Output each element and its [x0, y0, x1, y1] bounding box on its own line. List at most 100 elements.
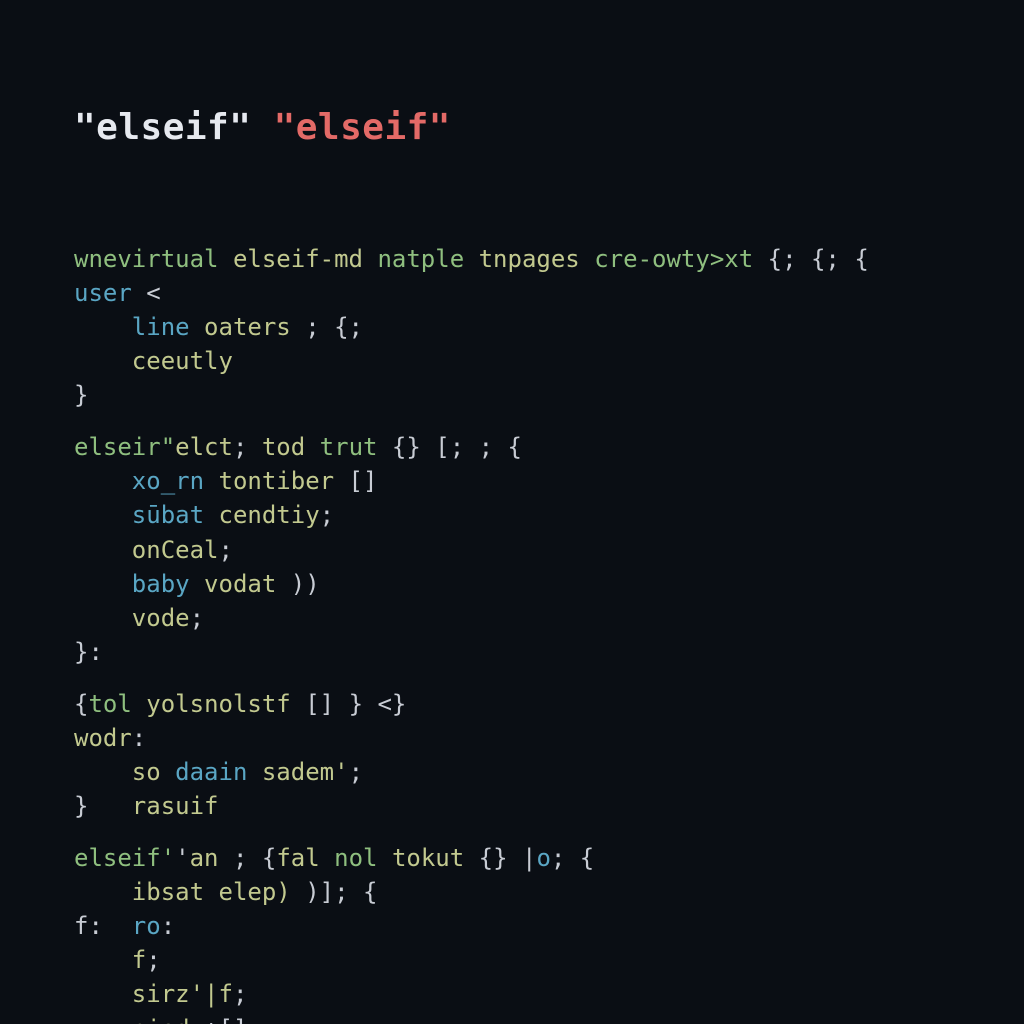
code-token [74, 604, 132, 632]
code-token [74, 980, 132, 1008]
code-token: tokut [392, 844, 464, 872]
code-token: f [132, 946, 146, 974]
code-token [74, 878, 132, 906]
code-token [377, 844, 391, 872]
code-line: nied +[]; [74, 1012, 1024, 1024]
code-token [247, 758, 261, 786]
code-token: onCeal [132, 536, 219, 564]
code-token [190, 570, 204, 598]
code-line: wnevirtual elseif-md natple tnpages cre-… [74, 242, 1024, 276]
code-token [320, 844, 334, 872]
code-token: {} | [464, 844, 536, 872]
code-token [363, 245, 377, 273]
code-line: elseif''an ; {fal nol tokut {} |o; { [74, 841, 1024, 875]
code-token: vode [132, 604, 190, 632]
code-token: ; [233, 980, 247, 1008]
code-token: ; [219, 536, 233, 564]
code-line: } rasuif [74, 789, 1024, 823]
code-token [190, 313, 204, 341]
code-block: elseif''an ; {fal nol tokut {} |o; { ibs… [74, 841, 1024, 1024]
code-token [74, 501, 132, 529]
editor-title: "elseif" "elseif" [74, 108, 1024, 148]
code-token: } [74, 792, 132, 820]
code-token: ceeutly [132, 347, 233, 375]
code-token: yolsnolstf [146, 690, 291, 718]
code-token: ; [146, 946, 160, 974]
code-line: user < [74, 276, 1024, 310]
code-token [74, 946, 132, 974]
code-line: wodr: [74, 721, 1024, 755]
code-line: f: ro: [74, 909, 1024, 943]
code-token [74, 467, 132, 495]
code-token: ro [132, 912, 161, 940]
code-token [74, 570, 132, 598]
code-line: } [74, 378, 1024, 412]
title-right: "elseif" [274, 107, 451, 148]
code-token: sadem' [262, 758, 349, 786]
code-token [74, 313, 132, 341]
code-token: elseif-md [233, 245, 363, 273]
title-left: "elseif" [74, 107, 251, 148]
code-token: baby [132, 570, 190, 598]
code-line: }: [74, 635, 1024, 669]
code-token [204, 878, 218, 906]
code-token: cendtiy [219, 501, 320, 529]
code-token: ; [320, 501, 334, 529]
code-token: xo_rn [132, 467, 204, 495]
code-token: tnpages [479, 245, 580, 273]
code-token: : [161, 912, 175, 940]
code-body: wnevirtual elseif-md natple tnpages cre-… [74, 242, 1024, 1024]
code-token: user [74, 279, 132, 307]
code-token [74, 1015, 132, 1024]
code-line: baby vodat )) [74, 567, 1024, 601]
code-token: ; [349, 758, 363, 786]
code-block: {tol yolsnolstf [] } <}wodr: so daain sa… [74, 687, 1024, 823]
code-token: so [132, 758, 161, 786]
code-token: elep) [219, 878, 291, 906]
code-token: )]; { [291, 878, 378, 906]
code-token: ; { [219, 844, 277, 872]
code-token [204, 501, 218, 529]
code-token: : [132, 724, 146, 752]
code-line: ceeutly [74, 344, 1024, 378]
code-token: [] [334, 467, 377, 495]
code-token: wodr [74, 724, 132, 752]
code-token [580, 245, 594, 273]
code-token: nol [334, 844, 377, 872]
code-token: tontiber [219, 467, 335, 495]
code-editor: "elseif" "elseif" wnevirtual elseif-md n… [0, 0, 1024, 1024]
code-token: elct [175, 433, 233, 461]
code-token: ibsat [132, 878, 204, 906]
code-token: ; { [551, 844, 594, 872]
code-token: } [74, 381, 88, 409]
code-token: ; [190, 604, 204, 632]
code-token: ; {; [291, 313, 363, 341]
code-line: onCeal; [74, 533, 1024, 567]
code-token [305, 433, 319, 461]
code-token: nied [132, 1015, 190, 1024]
code-token: line [132, 313, 190, 341]
code-token: tod [262, 433, 305, 461]
code-line: so daain sadem'; [74, 755, 1024, 789]
code-line: sirz'|f; [74, 977, 1024, 1011]
code-token: wnevirtual [74, 245, 219, 273]
code-token: }: [74, 638, 103, 666]
code-token [74, 536, 132, 564]
code-token: elseif' [74, 844, 175, 872]
code-token [219, 245, 233, 273]
code-token: fal [276, 844, 319, 872]
code-token: ' [175, 844, 189, 872]
code-token [132, 690, 146, 718]
code-token: natple [377, 245, 464, 273]
code-token: o [536, 844, 550, 872]
code-token: )) [276, 570, 319, 598]
code-token: f: [74, 912, 132, 940]
code-line: xo_rn tontiber [] [74, 464, 1024, 498]
code-token: elseir" [74, 433, 175, 461]
code-token: < [132, 279, 161, 307]
code-token: {} [; ; { [377, 433, 522, 461]
code-token: cre-owty>xt [594, 245, 753, 273]
code-token: ; [233, 433, 262, 461]
code-line: line oaters ; {; [74, 310, 1024, 344]
code-token [464, 245, 478, 273]
